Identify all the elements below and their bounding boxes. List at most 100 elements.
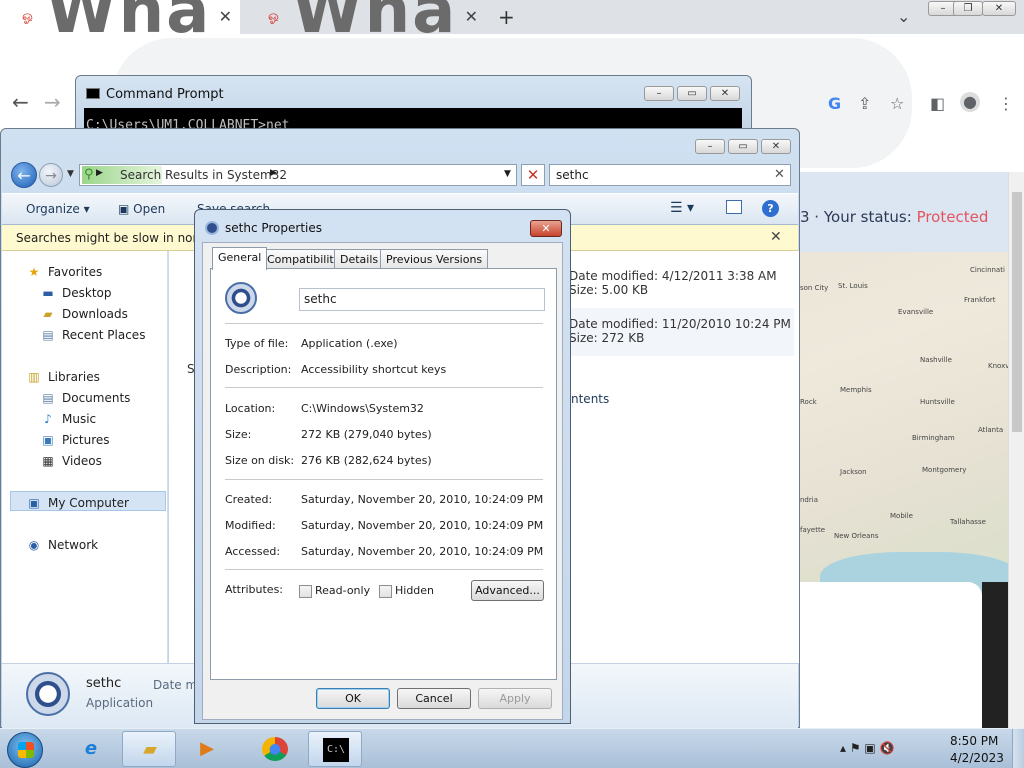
google-icon[interactable]: G xyxy=(828,94,841,113)
stop-search-icon[interactable]: ✕ xyxy=(521,164,545,186)
cancel-button[interactable]: Cancel xyxy=(397,688,471,709)
file-contents-link[interactable]: ntents xyxy=(571,392,609,406)
map-label: fayette xyxy=(800,526,825,534)
bookmark-star-icon[interactable]: ☆ xyxy=(890,94,904,113)
organize-button[interactable]: Organize ▾ xyxy=(26,202,90,216)
new-tab-button[interactable]: + xyxy=(498,5,515,29)
explorer-close-button[interactable]: ✕ xyxy=(761,139,791,154)
open-button[interactable]: ▣ Open xyxy=(118,202,165,216)
nav-desktop[interactable]: ▬ Desktop xyxy=(40,286,111,300)
result-row-1[interactable]: Date modified: 4/12/2011 3:38 AM Size: 5… xyxy=(569,269,777,297)
browser-tab-1[interactable]: ஓ Wha ✕ xyxy=(0,0,240,34)
recent-pages-chevron-icon[interactable]: ▼ xyxy=(67,169,74,179)
nav-pictures[interactable]: ▣ Pictures xyxy=(40,433,109,447)
cmd-maximize-button[interactable]: ▭ xyxy=(677,86,707,101)
clock-time[interactable]: 8:50 PM xyxy=(950,734,998,748)
chrome-close-button[interactable]: ✕ xyxy=(982,1,1016,16)
forward-button[interactable]: → xyxy=(39,163,63,187)
share-icon[interactable]: ⇪ xyxy=(858,94,871,113)
menu-kebab-icon[interactable]: ⋮ xyxy=(998,94,1014,113)
tab-search-chevron-icon[interactable]: ⌄ xyxy=(897,7,910,26)
map-label: Huntsville xyxy=(920,398,955,406)
nav-favorites[interactable]: ★ Favorites xyxy=(26,265,103,279)
start-button[interactable] xyxy=(7,732,43,768)
browser-tab-2[interactable]: ஓ Wha ✕ xyxy=(246,0,486,34)
back-arrow-icon[interactable]: ← xyxy=(12,90,29,114)
computer-icon: ▣ xyxy=(28,496,40,510)
taskbar-media-player[interactable]: ▶ xyxy=(180,731,234,767)
tab-previous-versions[interactable]: Previous Versions xyxy=(380,249,489,269)
cmd-minimize-button[interactable]: – xyxy=(644,86,674,101)
nav-recent-places[interactable]: ▤ Recent Places xyxy=(40,328,145,342)
nav-my-computer[interactable]: ▣ My Computer xyxy=(26,496,129,510)
show-desktop-button[interactable] xyxy=(1012,729,1024,768)
search-value: sethc xyxy=(556,168,589,182)
result-row-2[interactable]: Date modified: 11/20/2010 10:24 PM Size:… xyxy=(569,317,791,345)
explorer-maximize-button[interactable]: ▭ xyxy=(728,139,758,154)
read-only-label[interactable]: Read-only xyxy=(315,584,370,597)
profile-avatar-icon[interactable]: ● xyxy=(960,92,980,112)
tab-details[interactable]: Details xyxy=(334,249,385,269)
breadcrumb[interactable]: Search Results in System32 xyxy=(120,168,287,182)
nav-music[interactable]: ♪ Music xyxy=(40,412,96,426)
notification-tray-icons[interactable]: ▴ ⚑ ▣ 🔇 xyxy=(840,741,895,755)
side-panel-icon[interactable]: ◧ xyxy=(930,94,945,113)
accessibility-app-icon xyxy=(26,672,70,716)
web-scrollbar[interactable] xyxy=(1008,172,1024,728)
breadcrumb-arrow-icon[interactable]: ▶ xyxy=(270,168,277,178)
close-infobar-icon[interactable]: ✕ xyxy=(770,229,782,245)
clock-date[interactable]: 4/2/2023 xyxy=(950,751,1004,765)
command-prompt-window[interactable]: Command Prompt – ▭ ✕ C:\Users\UM1.COLLAB… xyxy=(75,75,752,136)
nav-downloads[interactable]: ▰ Downloads xyxy=(40,307,128,321)
status-banner: 3 · Your status: Protected xyxy=(800,172,1008,252)
preview-pane-icon[interactable] xyxy=(726,200,742,214)
properties-dialog[interactable]: sethc Properties ✕ General Compatibility… xyxy=(194,209,571,724)
advanced-button[interactable]: Advanced... xyxy=(471,580,544,601)
help-icon[interactable]: ? xyxy=(762,200,779,217)
nav-label: Network xyxy=(48,538,99,552)
nav-videos[interactable]: ▦ Videos xyxy=(40,454,102,468)
music-icon: ♪ xyxy=(44,412,52,426)
read-only-checkbox[interactable] xyxy=(299,585,312,598)
clear-search-icon[interactable]: ✕ xyxy=(774,167,785,182)
file-name-field[interactable]: sethc xyxy=(299,288,545,311)
hidden-label[interactable]: Hidden xyxy=(395,584,434,597)
accessibility-app-icon xyxy=(225,282,257,314)
nav-libraries[interactable]: ▥ Libraries xyxy=(26,370,100,384)
cmd-close-button[interactable]: ✕ xyxy=(710,86,740,101)
accessibility-icon xyxy=(205,221,219,235)
change-view-icon[interactable]: ☰ ▾ xyxy=(670,200,694,216)
address-dropdown-icon[interactable]: ▼ xyxy=(504,169,511,179)
apply-button[interactable]: Apply xyxy=(478,688,552,709)
map-label: Jackson xyxy=(840,468,867,476)
dialog-close-button[interactable]: ✕ xyxy=(530,220,562,237)
forward-arrow-icon[interactable]: → xyxy=(44,90,61,114)
media-player-icon: ▶ xyxy=(200,738,214,759)
scroll-thumb[interactable] xyxy=(1012,192,1022,432)
hidden-checkbox[interactable] xyxy=(379,585,392,598)
tab-general[interactable]: General xyxy=(212,247,268,270)
search-input[interactable]: sethc ✕ xyxy=(549,164,791,186)
nav-network[interactable]: ◉ Network xyxy=(26,538,98,552)
created-value: Saturday, November 20, 2010, 10:24:09 PM xyxy=(301,493,544,506)
taskbar-explorer[interactable]: ▰ xyxy=(122,731,176,767)
size-value: 272 KB (279,040 bytes) xyxy=(301,428,432,441)
breadcrumb-arrow-icon[interactable]: ▶ xyxy=(96,168,103,178)
explorer-minimize-button[interactable]: – xyxy=(695,139,725,154)
chrome-tab-strip: ஓ Wha ✕ ஓ Wha ✕ + ⌄ – ❐ ✕ xyxy=(0,0,1024,34)
nav-label: Documents xyxy=(62,391,131,405)
status-protected: Protected xyxy=(916,208,989,226)
result-size: 5.00 KB xyxy=(601,283,649,297)
nav-documents[interactable]: ▤ Documents xyxy=(40,391,130,405)
accessed-value: Saturday, November 20, 2010, 10:24:09 PM xyxy=(301,545,544,558)
chrome-restore-button[interactable]: ❐ xyxy=(953,1,983,16)
close-tab-icon[interactable]: ✕ xyxy=(465,7,478,26)
taskbar-chrome[interactable]: ● xyxy=(248,731,302,767)
documents-icon: ▤ xyxy=(42,391,54,405)
taskbar-internet-explorer[interactable]: e xyxy=(64,731,118,767)
ok-button[interactable]: OK xyxy=(316,688,390,709)
address-bar[interactable]: ⚲ ▶ Search Results in System32 ▶ ▼ xyxy=(79,164,517,186)
close-tab-icon[interactable]: ✕ xyxy=(219,7,232,26)
taskbar-command-prompt[interactable]: C:\ xyxy=(308,731,362,767)
back-button[interactable]: ← xyxy=(11,162,37,188)
